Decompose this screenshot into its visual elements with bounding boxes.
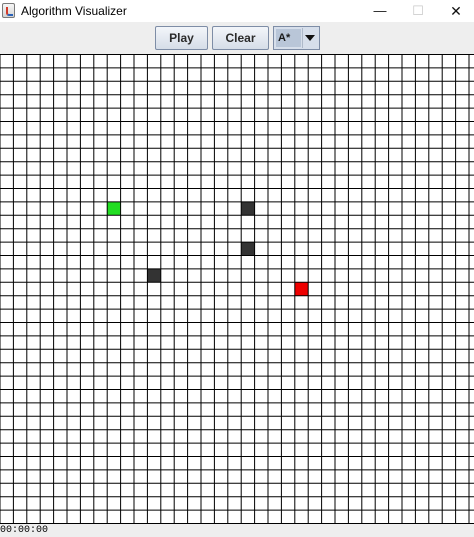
- toolbar: Play Clear A*: [0, 22, 474, 54]
- minimize-button[interactable]: —: [362, 0, 398, 22]
- algorithm-select[interactable]: A*: [273, 26, 320, 50]
- play-button[interactable]: Play: [155, 26, 208, 50]
- wall-cell[interactable]: [241, 242, 255, 256]
- timer: 00:00:00: [0, 525, 49, 536]
- wall-cell[interactable]: [241, 201, 255, 216]
- grid-canvas[interactable]: [0, 54, 474, 524]
- java-cup-icon: [2, 3, 15, 18]
- chevron-down-icon[interactable]: [302, 28, 318, 48]
- clear-button[interactable]: Clear: [212, 26, 269, 50]
- close-button[interactable]: ✕: [438, 0, 474, 22]
- grid[interactable]: [0, 54, 474, 524]
- title-bar: Algorithm Visualizer — ☐ ✕: [0, 0, 474, 22]
- wall-cell[interactable]: [147, 268, 161, 283]
- maximize-button[interactable]: ☐: [400, 0, 436, 22]
- end-node[interactable]: [294, 282, 309, 296]
- algorithm-select-value: A*: [276, 29, 301, 47]
- status-bar: 00:00:00: [0, 524, 474, 537]
- start-node[interactable]: [107, 201, 121, 216]
- window-title: Algorithm Visualizer: [21, 4, 127, 18]
